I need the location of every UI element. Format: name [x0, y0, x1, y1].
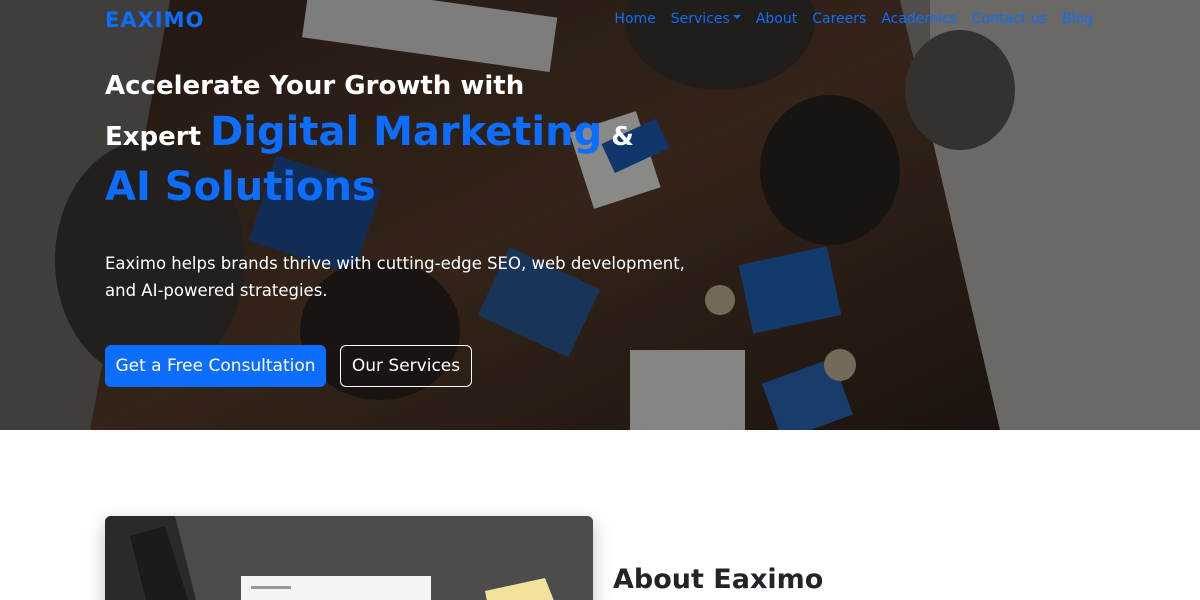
hero-section: EAXIMO Home Services About Careers Acade… [0, 0, 1200, 430]
nav-link-contact[interactable]: Contact us [972, 11, 1047, 27]
about-title: About Eaximo [613, 564, 824, 595]
nav-link-about[interactable]: About [756, 11, 797, 27]
nav-link-academics[interactable]: Academics [881, 11, 957, 27]
our-services-button[interactable]: Our Services [340, 345, 472, 387]
about-image [105, 516, 593, 600]
headline-prefix: Expert [105, 122, 211, 152]
hero-headline: Accelerate Your Growth with Expert Digit… [105, 68, 634, 213]
about-image-graphic [105, 516, 593, 600]
nav-link-careers[interactable]: Careers [812, 11, 866, 27]
nav-link-home[interactable]: Home [614, 11, 655, 27]
headline-highlight: Digital Marketing [210, 109, 603, 155]
headline-line-1: Accelerate Your Growth with [105, 71, 525, 101]
headline-suffix: & [602, 122, 634, 152]
nav-services-label: Services [670, 11, 730, 27]
main-navigation: Home Services About Careers Academics Co… [614, 11, 1093, 27]
hero-description: Eaximo helps brands thrive with cutting-… [105, 254, 685, 300]
caret-down-icon [732, 15, 741, 19]
brand-logo[interactable]: EAXIMO [105, 8, 204, 32]
headline-line-2: Expert Digital Marketing & [105, 108, 634, 161]
headline-line-3: AI Solutions [105, 164, 376, 210]
nav-link-blog[interactable]: Blog [1062, 11, 1093, 27]
free-consultation-button[interactable]: Get a Free Consultation [105, 345, 326, 387]
nav-link-services[interactable]: Services [671, 11, 741, 27]
